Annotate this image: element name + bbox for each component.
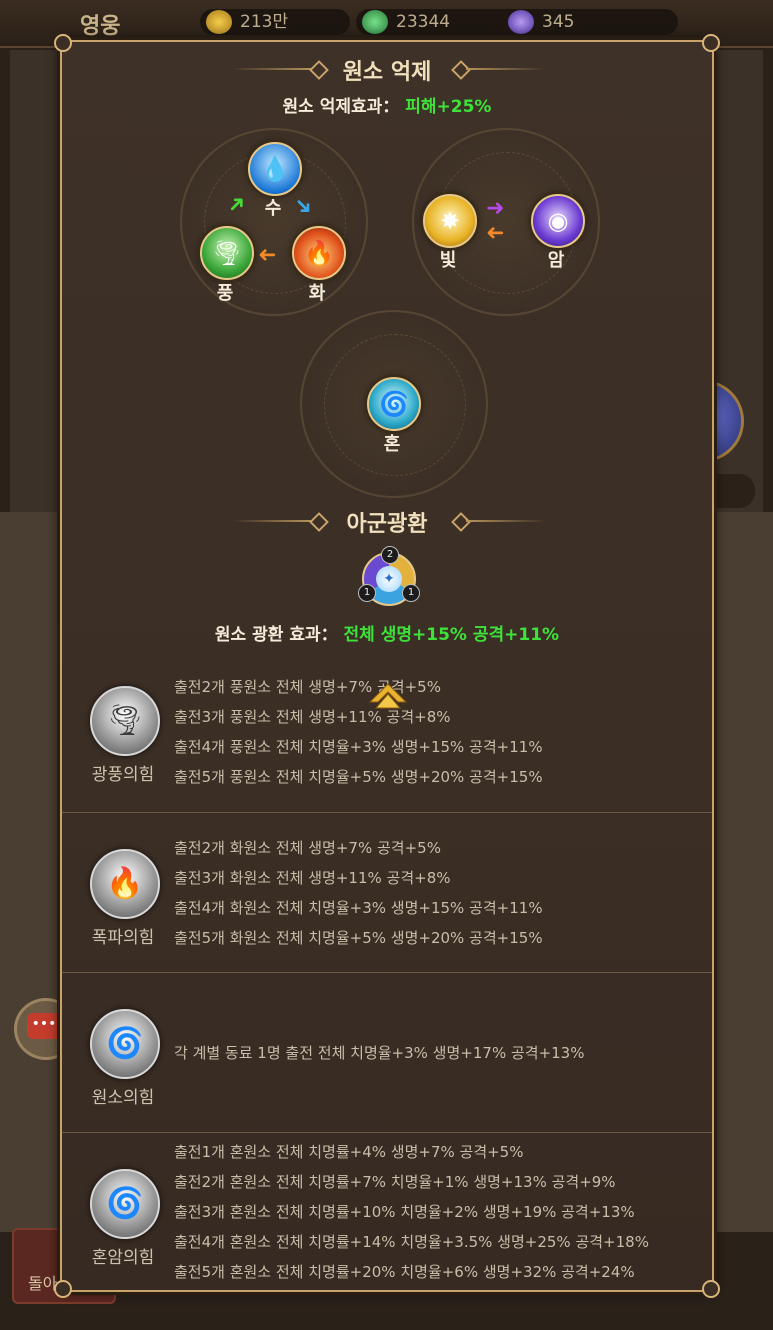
awaken-effect: 원소 광환 효과： 전체 생명+15% 공격+11% <box>62 620 712 645</box>
bonus-line: 출전3개 화원소 전체 생명+11% 공격+8% <box>174 869 451 887</box>
dark-eye-icon: ◉ <box>547 207 569 235</box>
water-icon: 💧 <box>260 155 290 183</box>
fire-icon: 🔥 <box>90 849 160 919</box>
crystal-resource[interactable]: 23344 <box>356 9 526 35</box>
water-label: 수 <box>264 198 282 219</box>
awaken-title: 아군광환 <box>346 512 428 537</box>
bonus-lines: 출전2개 풍원소 전체 생명+7% 공격+5% 출전3개 풍원소 전체 생명+1… <box>174 672 543 792</box>
arrow-left-icon: ➜ <box>258 242 277 267</box>
bonus-line: 출전5개 화원소 전체 치명율+5% 생명+20% 공격+15% <box>174 929 543 947</box>
fire-label: 화 <box>308 283 326 304</box>
bonus-line: 출전2개 혼원소 전체 치명률+7% 치명율+1% 생명+13% 공격+9% <box>174 1173 616 1191</box>
bonus-line: 출전2개 풍원소 전체 생명+7% 공격+5% <box>174 678 441 696</box>
bonus-line: 출전3개 혼원소 전체 치명률+10% 치명율+2% 생명+19% 공격+13% <box>174 1203 635 1221</box>
element-info-modal: 원소 억제 원소 억제효과： 피해+25% 💧 수 🔥 화 🌪 풍 ➜ ➜ ➜ … <box>54 34 720 1298</box>
purple-gem-icon <box>508 10 534 34</box>
crystal-value: 23344 <box>396 12 451 32</box>
arrow-right-icon: ➜ <box>486 196 505 221</box>
bonus-row-element: 🌀 원소의힘 각 계별 동료 1명 출전 전체 치명율+3% 생명+17% 공격… <box>62 972 712 1133</box>
gem-resource[interactable]: 345 <box>502 9 678 35</box>
badge-count: 1 <box>402 584 420 602</box>
bonus-line: 출전5개 풍원소 전체 치명율+5% 생명+20% 공격+15% <box>174 768 543 786</box>
dark-label: 암 <box>547 250 565 271</box>
bonus-row-fire: 🔥 폭파의힘 출전2개 화원소 전체 생명+7% 공격+5% 출전3개 화원소 … <box>62 812 712 973</box>
light-icon: ✸ <box>439 207 461 235</box>
gold-value: 213만 <box>240 12 289 32</box>
restraint-title: 원소 억제 <box>342 60 432 85</box>
awaken-effect-value: 전체 생명+15% 공격+11% <box>343 625 560 645</box>
bonus-name: 혼암의힘 <box>91 1248 155 1268</box>
bonus-line: 출전3개 풍원소 전체 생명+11% 공격+8% <box>174 708 451 726</box>
frame-corner <box>54 34 72 52</box>
restraint-effect: 원소 억제효과： 피해+25% <box>62 92 712 117</box>
title-ornament <box>466 68 546 70</box>
wind-label: 풍 <box>216 283 234 304</box>
title-ornament <box>466 520 546 522</box>
bonus-line: 출전4개 화원소 전체 치명율+3% 생명+15% 공격+11% <box>174 899 543 917</box>
badge-count: 2 <box>381 546 399 564</box>
awaken-aura-icon[interactable]: ✦ 2 1 1 <box>358 546 420 606</box>
light-orb[interactable]: ✸ <box>423 194 477 248</box>
chaos-swirl-icon: 🌀 <box>90 1169 160 1239</box>
arrow-left-icon: ➜ <box>486 220 505 245</box>
bonus-line: 출전4개 풍원소 전체 치명율+3% 생명+15% 공격+11% <box>174 738 543 756</box>
chaos-label: 혼 <box>383 434 401 455</box>
frame-corner <box>702 34 720 52</box>
bonus-lines: 각 계별 동료 1명 출전 전체 치명율+3% 생명+17% 공격+13% <box>174 1038 584 1068</box>
wind-icon: 🌪 <box>90 686 160 756</box>
chaos-swirl-icon: 🌀 <box>379 390 409 418</box>
restraint-effect-label: 원소 억제효과： <box>282 97 400 117</box>
bonus-line: 출전2개 화원소 전체 생명+7% 공격+5% <box>174 839 441 857</box>
gold-resource[interactable]: 213만 <box>200 9 350 35</box>
element-swirl-icon: 🌀 <box>90 1009 160 1079</box>
bonus-line: 각 계별 동료 1명 출전 전체 치명율+3% 생명+17% 공격+13% <box>174 1044 585 1062</box>
bonus-name: 원소의힘 <box>91 1088 155 1108</box>
wind-orb[interactable]: 🌪 <box>200 226 254 280</box>
bonus-name: 폭파의힘 <box>91 928 155 948</box>
bonus-line: 출전5개 혼원소 전체 치명률+20% 치명율+6% 생명+32% 공격+24% <box>174 1263 635 1281</box>
green-crystal-icon <box>362 10 388 34</box>
fire-icon: 🔥 <box>304 239 334 267</box>
gold-icon <box>206 10 232 34</box>
chaos-orb[interactable]: 🌀 <box>367 377 421 431</box>
bonus-lines: 출전1개 혼원소 전체 치명률+4% 생명+7% 공격+5% 출전2개 혼원소 … <box>174 1137 649 1287</box>
awaken-effect-label: 원소 광환 효과： <box>214 625 338 645</box>
bonus-line: 출전4개 혼원소 전체 치명률+14% 치명율+3.5% 생명+25% 공격+1… <box>174 1233 649 1251</box>
bonus-name: 광풍의힘 <box>91 765 155 785</box>
water-orb[interactable]: 💧 <box>248 142 302 196</box>
restraint-effect-value: 피해+25% <box>405 97 492 117</box>
bonus-line: 출전1개 혼원소 전체 치명률+4% 생명+7% 공격+5% <box>174 1143 524 1161</box>
dark-orb[interactable]: ◉ <box>531 194 585 248</box>
star-icon: ✦ <box>376 566 402 592</box>
scroll-up-chevron-icon[interactable] <box>368 682 408 710</box>
wind-icon: 🌪 <box>211 239 243 267</box>
badge-count: 1 <box>358 584 376 602</box>
light-label: 빛 <box>439 250 457 271</box>
fire-orb[interactable]: 🔥 <box>292 226 346 280</box>
bonus-lines: 출전2개 화원소 전체 생명+7% 공격+5% 출전3개 화원소 전체 생명+1… <box>174 833 543 953</box>
bonus-row-chaos: 🌀 혼암의힘 출전1개 혼원소 전체 치명률+4% 생명+7% 공격+5% 출전… <box>62 1132 712 1291</box>
screen-title: 영웅 <box>80 14 121 39</box>
gem-value: 345 <box>542 12 575 32</box>
